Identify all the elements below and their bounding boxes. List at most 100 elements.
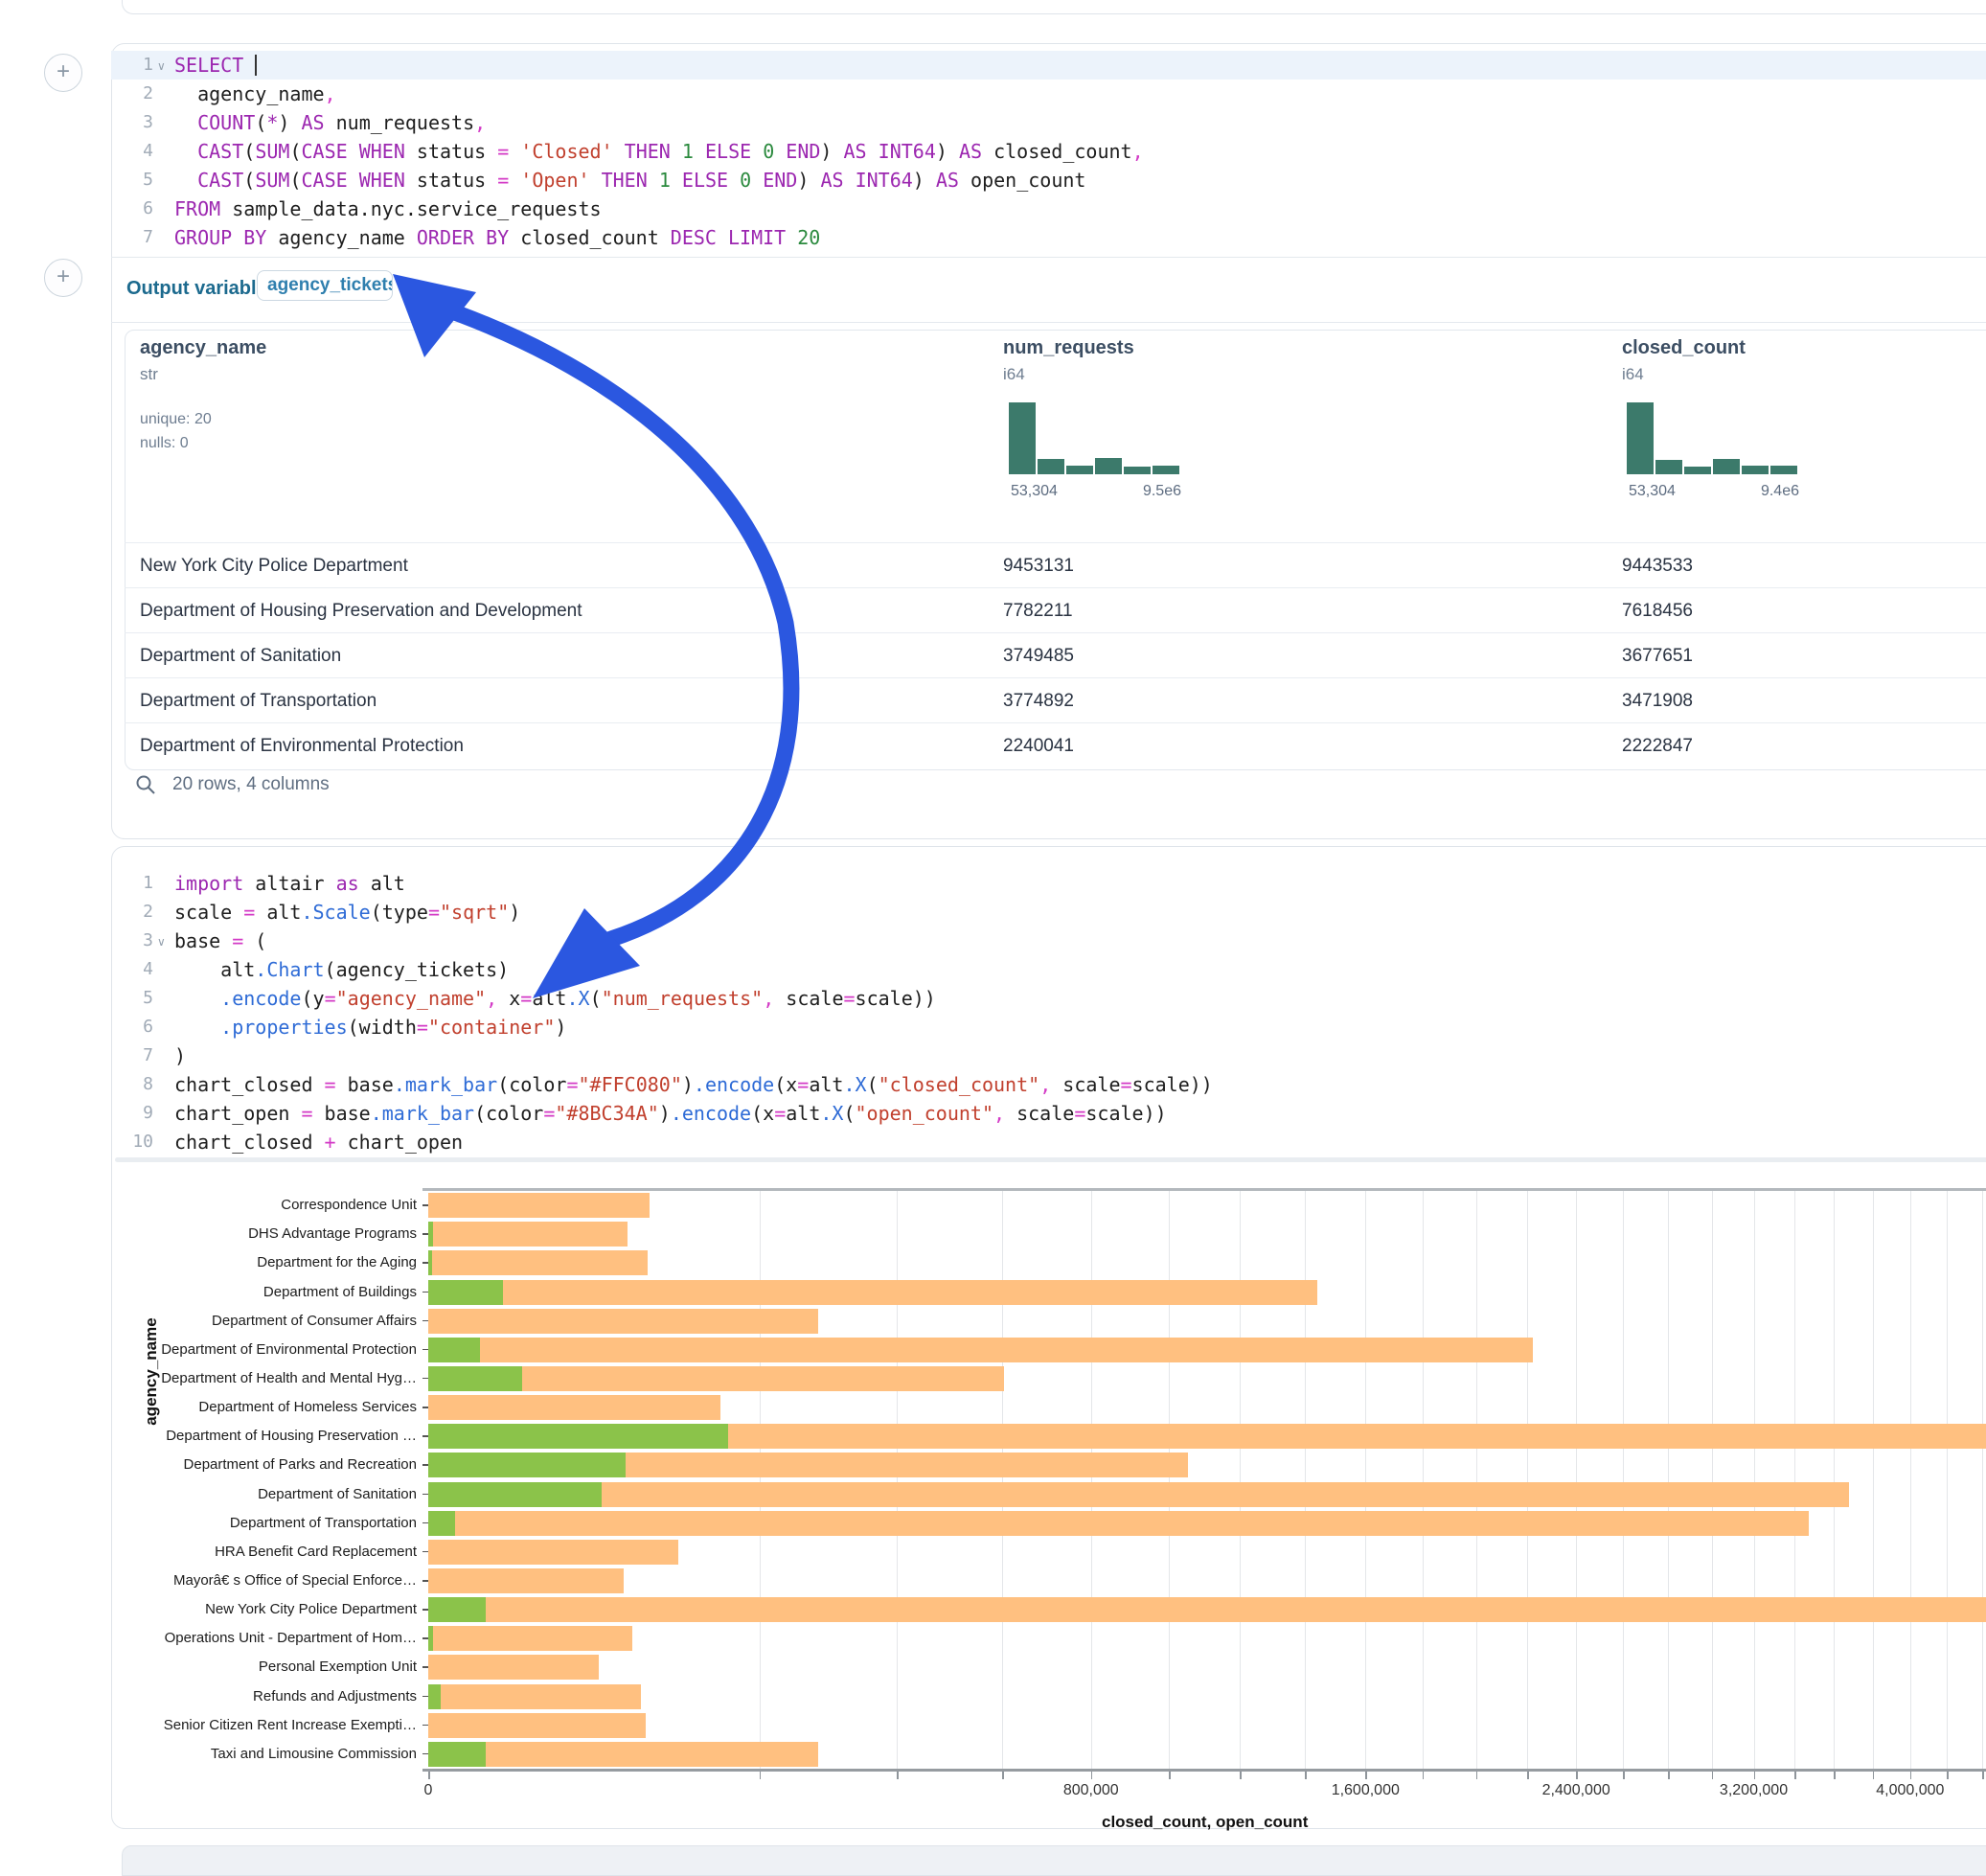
code-line[interactable]: 5 CAST(SUM(CASE WHEN status = 'Open' THE… (111, 166, 1986, 194)
code-line[interactable]: 9 chart_open = base.mark_bar(color="#8BC3… (111, 1099, 1986, 1128)
cell-closed-count: 9443533 (1622, 543, 1693, 588)
table-row[interactable]: Department of Transportation377489234719… (125, 677, 1986, 723)
code-line[interactable]: 6 .properties(width="container") (111, 1013, 1986, 1041)
line-number: 1 (111, 869, 153, 898)
fold-chevron-icon[interactable]: ∨ (157, 927, 166, 956)
code-line[interactable]: 5 .encode(y="agency_name", x=alt.X("num_… (111, 984, 1986, 1013)
histogram-bar (1627, 402, 1654, 474)
cell-closed-count: 3677651 (1622, 633, 1693, 678)
cell-num-requests: 3774892 (1003, 678, 1074, 723)
code-text: COUNT(*) AS num_requests, (174, 108, 486, 137)
code-line[interactable]: 2 agency_name, (111, 80, 1986, 108)
code-line[interactable]: 1∨ SELECT (111, 51, 1986, 80)
search-icon[interactable] (134, 773, 157, 796)
cell-num-requests: 2240041 (1003, 723, 1074, 768)
line-number: 3 (111, 108, 153, 137)
cell-num-requests: 7782211 (1003, 588, 1073, 633)
code-line[interactable]: 10 chart_closed + chart_open (111, 1128, 1986, 1156)
table-row[interactable]: Department of Environmental Protection 22… (125, 722, 1986, 768)
column-meta-unique: unique: 20 (140, 411, 266, 428)
column-header-agency-name[interactable]: agency_name str unique: 20 nulls: 0 (140, 337, 266, 452)
line-number: 10 (111, 1128, 153, 1156)
cell-agency-name: Department of Transportation (140, 678, 377, 723)
code-line[interactable]: 3 COUNT(*) AS num_requests, (111, 108, 1986, 137)
code-line[interactable]: 2 scale = alt.Scale(type="sqrt") (111, 898, 1986, 927)
code-text: .properties(width="container") (174, 1013, 566, 1041)
cell-agency-name: New York City Police Department (140, 543, 408, 588)
line-number: 2 (111, 80, 153, 108)
code-text: chart_closed + chart_open (174, 1128, 463, 1156)
code-text: CAST(SUM(CASE WHEN status = 'Open' THEN … (174, 166, 1085, 194)
code-text: SELECT (174, 51, 257, 80)
histogram-bar (1153, 466, 1179, 474)
histogram-min-label: 53,304 (1629, 483, 1676, 500)
code-text: alt.Chart(agency_tickets) (174, 955, 509, 984)
histogram-min-label: 53,304 (1011, 483, 1058, 500)
code-text: chart_open = base.mark_bar(color="#8BC34… (174, 1099, 1167, 1128)
code-line[interactable]: 4 CAST(SUM(CASE WHEN status = 'Closed' T… (111, 137, 1986, 166)
cell-closed-count: 7618456 (1622, 588, 1693, 633)
code-text: chart_closed = base.mark_bar(color="#FFC… (174, 1070, 1213, 1099)
output-variable-pill[interactable]: agency_tickets (257, 270, 393, 301)
code-line[interactable]: 7) (111, 1041, 1986, 1070)
line-number: 1 (111, 51, 153, 80)
code-text: ) (174, 1041, 186, 1070)
cell-num-requests: 9453131 (1003, 543, 1074, 588)
histogram-bar (1095, 458, 1122, 474)
code-line[interactable]: 6 FROM sample_data.nyc.service_requests (111, 194, 1986, 223)
line-number: 7 (111, 223, 153, 252)
row-count-label: 20 rows, 4 columns (172, 774, 330, 795)
output-variable-row: Output variable: agency_tickets (111, 257, 1986, 322)
histogram-bar (1770, 466, 1797, 474)
fold-chevron-icon[interactable]: ∨ (157, 52, 166, 80)
histogram-max-label: 9.5e6 (1143, 483, 1181, 500)
cell-agency-name: Department of Environmental Protection (140, 723, 464, 768)
code-text: scale = alt.Scale(type="sqrt") (174, 898, 520, 927)
line-number: 6 (111, 1013, 153, 1041)
add-cell-button-top[interactable]: + (44, 54, 82, 92)
column-header-num-requests[interactable]: num_requests i64 (1003, 337, 1195, 384)
line-number: 9 (111, 1099, 153, 1128)
cell-num-requests: 3749485 (1003, 633, 1074, 678)
column-name: closed_count (1622, 337, 1814, 359)
previous-cell-bottom-edge (122, 0, 1986, 14)
column-header-closed-count[interactable]: closed_count i64 (1622, 337, 1814, 384)
horizontal-scrollbar[interactable] (115, 1157, 1986, 1162)
output-variable-label: Output variable: (126, 278, 273, 300)
cell-agency-name: Department of Housing Preservation and D… (140, 588, 582, 633)
column-type: i64 (1003, 365, 1195, 384)
line-number: 2 (111, 898, 153, 927)
python-code-editor[interactable]: 1 import altair as alt 2 scale = alt.Scale(… (111, 869, 1986, 1156)
line-number: 4 (111, 955, 153, 984)
column-type: str (140, 365, 266, 384)
result-table-rows: New York City Police Department 9453131 94… (125, 542, 1986, 768)
line-number: 7 (111, 1041, 153, 1070)
cell-agency-name: Department of Sanitation (140, 633, 341, 678)
code-line[interactable]: 8 chart_closed = base.mark_bar(color="#FF… (111, 1070, 1986, 1099)
code-text: import altair as alt (174, 869, 405, 898)
line-number: 6 (111, 194, 153, 223)
next-cell-top-edge (122, 1845, 1986, 1876)
code-text: .encode(y="agency_name", x=alt.X("num_re… (174, 984, 936, 1013)
column-name: num_requests (1003, 337, 1195, 359)
line-number: 8 (111, 1070, 153, 1099)
histogram-bar (1066, 466, 1093, 474)
cell-closed-count: 2222847 (1622, 723, 1693, 768)
table-row[interactable]: New York City Police Department 9453131 94… (125, 542, 1986, 588)
code-line[interactable]: 3∨base = ( (111, 927, 1986, 955)
histogram-closed-count: 53,3049.4e6 (1627, 402, 1799, 498)
code-text: FROM sample_data.nyc.service_requests (174, 194, 602, 223)
code-text: base = ( (174, 927, 266, 955)
histogram-bar (1742, 466, 1769, 474)
code-text: GROUP BY agency_name ORDER BY closed_cou… (174, 223, 820, 252)
code-line[interactable]: 1 import altair as alt (111, 869, 1986, 898)
histogram-num-requests: 53,304 9.5e6 (1009, 402, 1181, 498)
line-number: 4 (111, 137, 153, 166)
histogram-bar (1009, 402, 1036, 474)
table-row[interactable]: Department of Sanitation 3749485 3677651 (125, 632, 1986, 678)
sql-code-editor[interactable]: 1∨ SELECT 2 agency_name,3 COUNT(*) AS num… (111, 51, 1986, 252)
table-row[interactable]: Department of Housing Preservation and D… (125, 587, 1986, 633)
code-line[interactable]: 7 GROUP BY agency_name ORDER BY closed_co… (111, 223, 1986, 252)
add-cell-button-output[interactable]: + (44, 259, 82, 297)
code-line[interactable]: 4 alt.Chart(agency_tickets) (111, 955, 1986, 984)
